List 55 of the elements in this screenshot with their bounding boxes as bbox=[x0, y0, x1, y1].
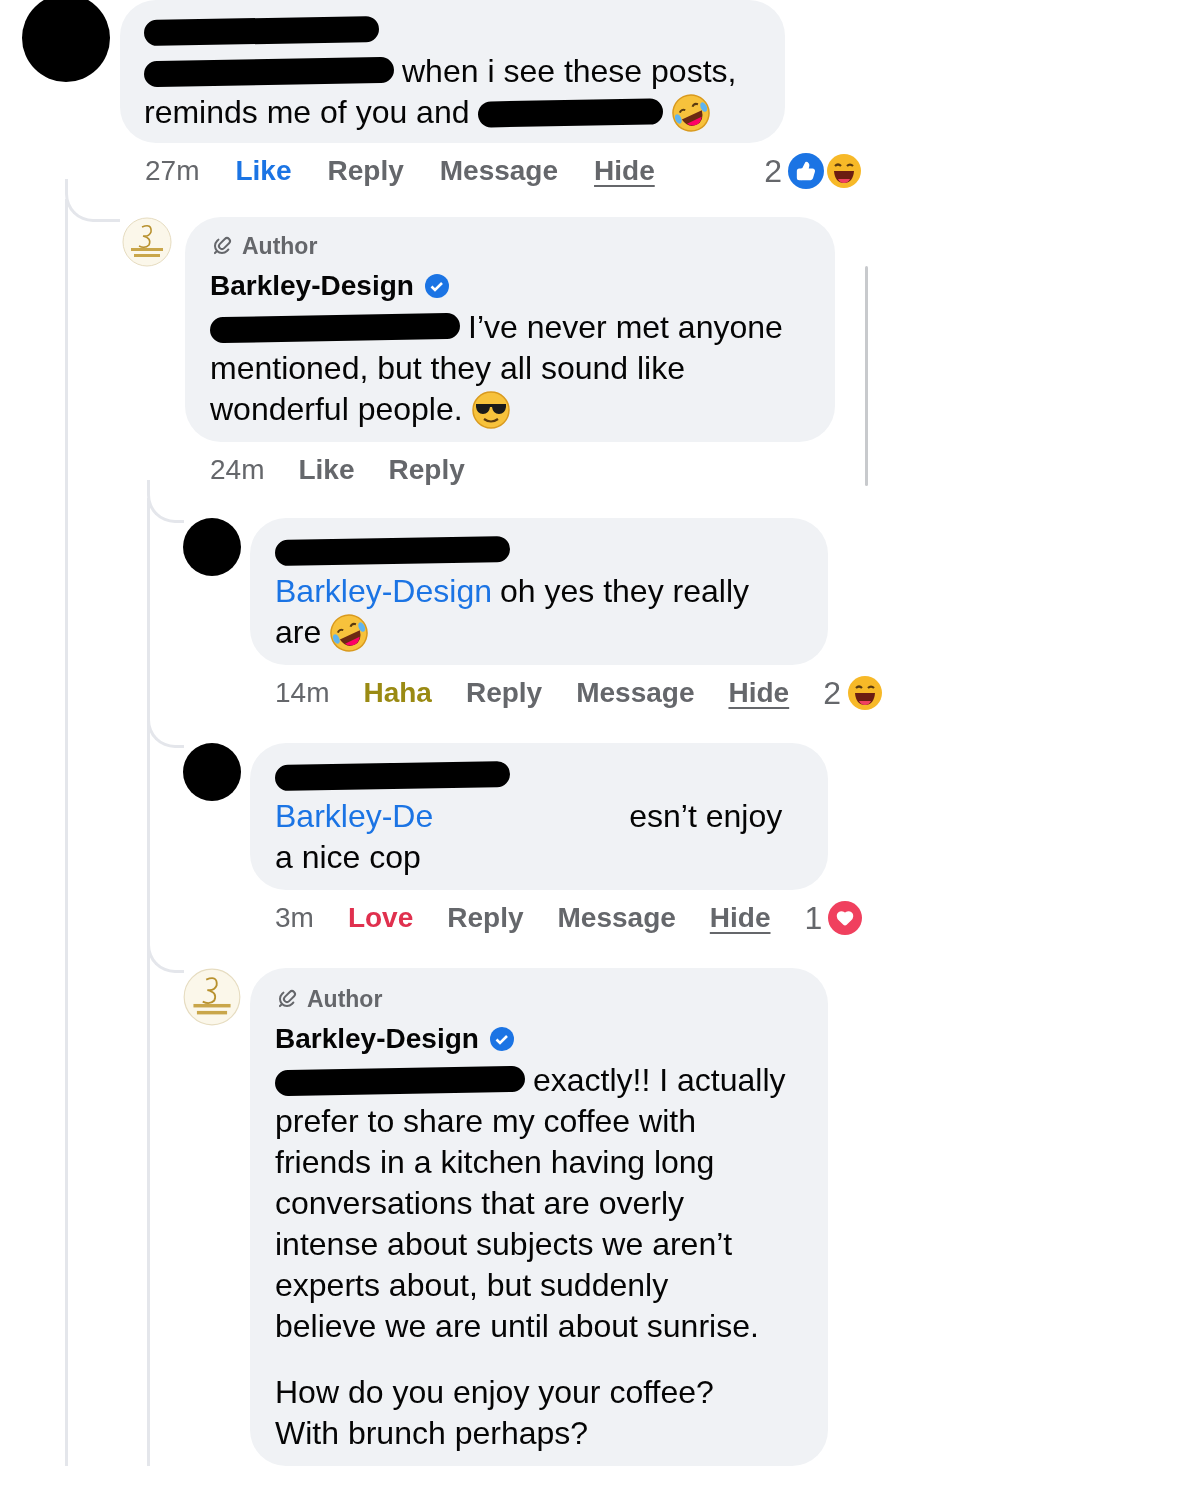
reaction-count: 1 bbox=[804, 899, 823, 937]
rolling-laughing-emoji-icon bbox=[329, 612, 370, 653]
timestamp: 24m bbox=[210, 454, 265, 486]
comment-text: when i see these posts, bbox=[402, 53, 737, 90]
comment-text: prefer to share my coffee with bbox=[275, 1103, 696, 1140]
comment-text: esn’t enjoy bbox=[629, 798, 783, 835]
action-link[interactable]: Reply bbox=[388, 454, 465, 486]
action-link[interactable]: Reply bbox=[327, 155, 404, 187]
comment-text: I’ve never met anyone bbox=[468, 309, 783, 346]
commenter-name[interactable]: Barkley-Design bbox=[275, 1023, 479, 1055]
comment-text: With brunch perhaps? bbox=[275, 1415, 589, 1452]
action-link[interactable]: Like bbox=[235, 155, 292, 187]
comment-text: friends in a kitchen having long bbox=[275, 1144, 715, 1181]
action-link[interactable]: Message bbox=[576, 677, 695, 709]
action-link[interactable]: Reply bbox=[447, 902, 524, 934]
sunglasses-emoji-icon bbox=[470, 389, 511, 430]
laughing-reaction-icon bbox=[846, 675, 883, 711]
reaction-count: 2 bbox=[823, 674, 841, 712]
action-link[interactable]: Hide bbox=[728, 677, 790, 709]
rolling-laughing-emoji-icon bbox=[670, 92, 711, 133]
comment-text: exactly!! I actually bbox=[533, 1062, 786, 1099]
heart-reaction-icon bbox=[828, 901, 863, 935]
action-link[interactable]: Love bbox=[347, 902, 414, 934]
comment-text: intense about subjects we aren’t bbox=[275, 1226, 733, 1263]
action-link[interactable]: Reply bbox=[465, 677, 543, 709]
comment-text: are bbox=[275, 614, 322, 651]
commenter-name[interactable]: Barkley-Design bbox=[210, 270, 414, 302]
like-reaction-icon bbox=[788, 153, 824, 189]
redacted-avatar bbox=[183, 743, 241, 801]
timestamp: 14m bbox=[275, 677, 330, 709]
comment-text: experts about, but suddenly bbox=[275, 1267, 669, 1304]
comment-text: oh yes they really bbox=[499, 573, 749, 610]
action-link[interactable]: Message bbox=[557, 902, 676, 934]
timestamp: 27m bbox=[145, 155, 200, 187]
comment-text: reminds me of you and bbox=[144, 94, 470, 131]
reaction-count: 2 bbox=[764, 152, 782, 190]
redacted-avatar bbox=[183, 518, 241, 576]
action-link[interactable]: Like bbox=[298, 454, 355, 486]
comment-text: conversations that are overly bbox=[275, 1185, 685, 1222]
comment-text: wonderful people. bbox=[210, 391, 463, 428]
action-link[interactable]: Message bbox=[439, 155, 559, 187]
mention-link[interactable]: Barkley-Design bbox=[275, 573, 492, 610]
comment-text: a nice cop bbox=[275, 839, 421, 876]
scroll-bar[interactable] bbox=[865, 266, 868, 486]
timestamp: 3m bbox=[275, 902, 314, 934]
comment-text: How do you enjoy your coffee? bbox=[275, 1374, 714, 1411]
author-label: Author bbox=[307, 985, 383, 1013]
author-label: Author bbox=[242, 232, 318, 260]
action-link[interactable]: Hide bbox=[709, 902, 771, 934]
action-link[interactable]: Haha bbox=[363, 677, 432, 709]
laughing-reaction-icon bbox=[826, 153, 862, 189]
comment-text: mentioned, but they all sound like bbox=[210, 350, 685, 387]
mention-link[interactable]: Barkley-De bbox=[275, 798, 434, 835]
action-link[interactable]: Hide bbox=[594, 155, 655, 187]
comment-text: believe we are until about sunrise. bbox=[275, 1308, 759, 1345]
